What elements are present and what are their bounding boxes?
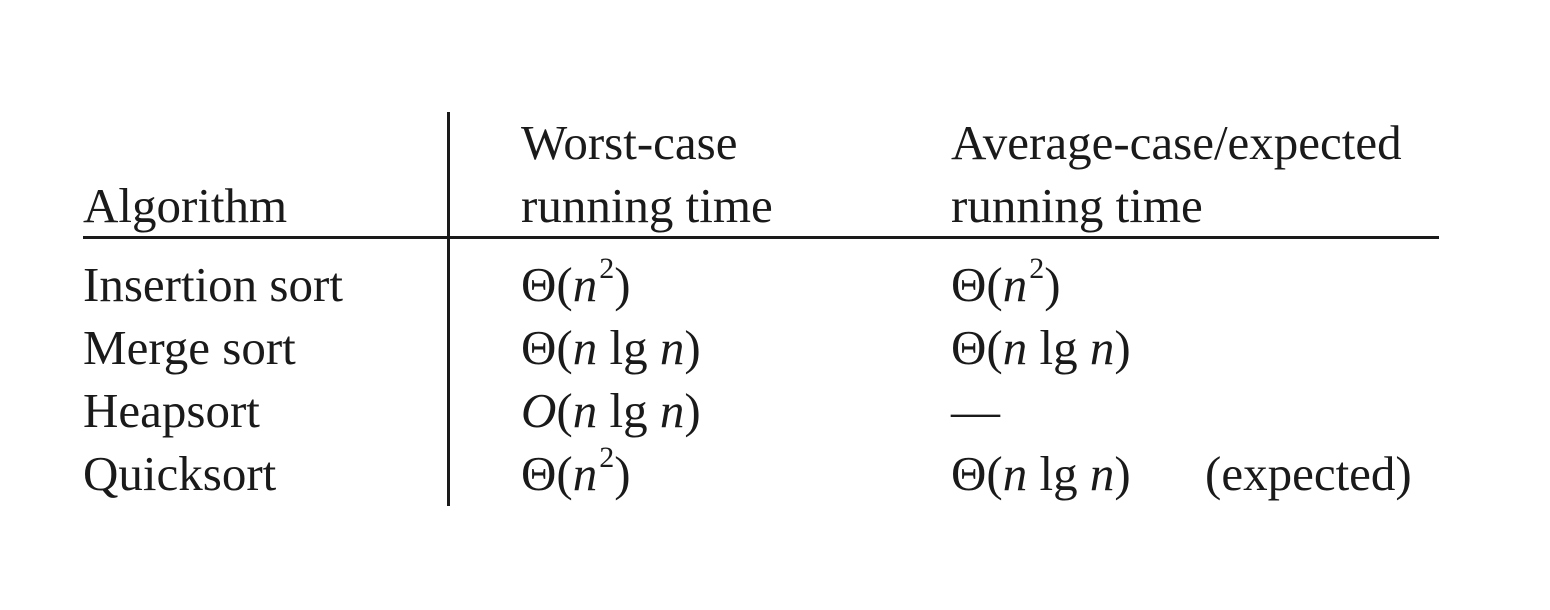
header-average-case-line1: Average-case/expected bbox=[951, 115, 1402, 170]
cell-average-case: Θ(n2) bbox=[951, 252, 1061, 312]
header-worst-case-line1: Worst-case bbox=[521, 115, 738, 170]
header-worst-case-line2: running time bbox=[521, 178, 773, 233]
header-rule bbox=[83, 236, 1439, 239]
cell-worst-case: O(n lg n) bbox=[521, 383, 701, 438]
cell-worst-case: Θ(n2) bbox=[521, 252, 631, 312]
cell-expected-note: (expected) bbox=[1205, 446, 1412, 501]
cell-worst-case: Θ(n lg n) bbox=[521, 320, 701, 375]
row-algorithm: Merge sort bbox=[83, 320, 296, 375]
row-algorithm: Heapsort bbox=[83, 383, 260, 438]
cell-average-case: Θ(n lg n) bbox=[951, 320, 1131, 375]
algorithm-comparison-table: Algorithm Worst-case running time Averag… bbox=[0, 0, 1550, 610]
header-algorithm: Algorithm bbox=[83, 178, 288, 233]
cell-average-case: Θ(n lg n) bbox=[951, 446, 1131, 501]
cell-worst-case: Θ(n2) bbox=[521, 441, 631, 501]
row-algorithm: Insertion sort bbox=[83, 257, 343, 312]
column-divider bbox=[447, 112, 450, 506]
cell-average-case-empty: — bbox=[951, 383, 1000, 438]
row-algorithm: Quicksort bbox=[83, 446, 277, 501]
header-average-case-line2: running time bbox=[951, 178, 1203, 233]
